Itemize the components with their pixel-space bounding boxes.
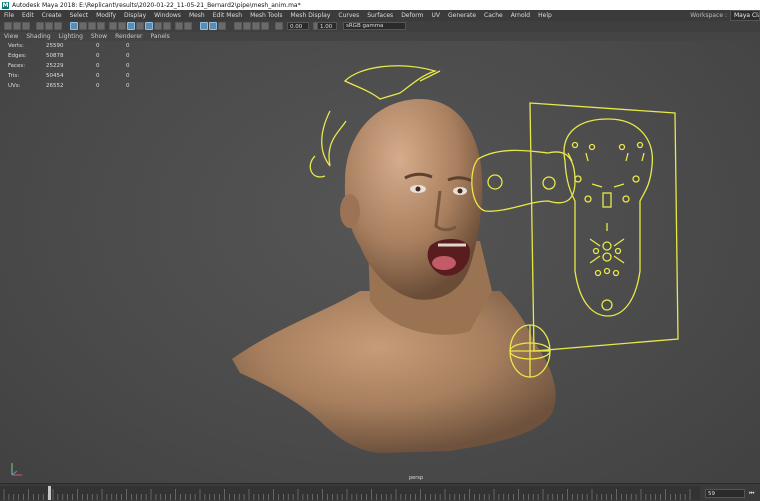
- scene-render: [232, 65, 679, 453]
- resolution-gate-icon[interactable]: [127, 22, 135, 30]
- menu-windows[interactable]: Windows: [150, 12, 185, 19]
- panel-menu-show[interactable]: Show: [87, 33, 111, 40]
- panel-menu-shading[interactable]: Shading: [22, 33, 54, 40]
- menu-arnold[interactable]: Arnold: [507, 12, 534, 19]
- shadows-icon[interactable]: [184, 22, 192, 30]
- paint-select-icon[interactable]: [22, 22, 30, 30]
- menu-edit[interactable]: Edit: [18, 12, 38, 19]
- gate-mask-icon[interactable]: [136, 22, 144, 30]
- menu-mesh-display[interactable]: Mesh Display: [287, 12, 335, 19]
- step-back-icon[interactable]: ⏮: [749, 489, 758, 498]
- workspace-label: Workspace :: [690, 12, 727, 19]
- panel-menu-view[interactable]: View: [0, 33, 22, 40]
- rotate-tool-icon[interactable]: [45, 22, 53, 30]
- menu-help[interactable]: Help: [534, 12, 556, 19]
- xray-joints-icon[interactable]: [209, 22, 217, 30]
- menu-generate[interactable]: Generate: [444, 12, 480, 19]
- ambient-occlusion-icon[interactable]: [234, 22, 242, 30]
- motion-blur-icon[interactable]: [243, 22, 251, 30]
- current-frame-field[interactable]: 59: [705, 489, 745, 498]
- xray-icon[interactable]: [200, 22, 208, 30]
- smooth-shade-icon[interactable]: [154, 22, 162, 30]
- image-plane-icon[interactable]: [97, 22, 105, 30]
- menu-cache[interactable]: Cache: [480, 12, 507, 19]
- menu-deform[interactable]: Deform: [397, 12, 427, 19]
- panel-menu-renderer[interactable]: Renderer: [111, 33, 146, 40]
- menu-modify[interactable]: Modify: [92, 12, 120, 19]
- gamma-field[interactable]: 1.00: [317, 22, 337, 30]
- menu-edit-mesh[interactable]: Edit Mesh: [209, 12, 246, 19]
- camera-select-icon[interactable]: [70, 22, 78, 30]
- menu-surfaces[interactable]: Surfaces: [363, 12, 397, 19]
- textured-icon[interactable]: [163, 22, 171, 30]
- menu-display[interactable]: Display: [120, 12, 150, 19]
- viewport-panel-menu: View Shading Lighting Show Renderer Pane…: [0, 32, 760, 41]
- view-axis-icon: [11, 463, 22, 476]
- panel-menu-panels[interactable]: Panels: [146, 33, 173, 40]
- workspace-dropdown[interactable]: Maya Classic: [730, 10, 760, 21]
- antialias-icon[interactable]: [252, 22, 260, 30]
- panel-menu-lighting[interactable]: Lighting: [55, 33, 87, 40]
- depth-of-field-icon[interactable]: [261, 22, 269, 30]
- grid-icon[interactable]: [109, 22, 117, 30]
- scale-tool-icon[interactable]: [54, 22, 62, 30]
- workspace-selector: Workspace : Maya Classic: [690, 10, 760, 21]
- time-slider: 59 ⏮: [0, 483, 760, 501]
- menu-file[interactable]: File: [0, 12, 18, 19]
- lasso-tool-icon[interactable]: [13, 22, 21, 30]
- move-tool-icon[interactable]: [36, 22, 44, 30]
- film-gate-icon[interactable]: [118, 22, 126, 30]
- ear: [340, 194, 360, 228]
- window-titlebar: M Autodesk Maya 2018: E:\Replicant\resul…: [0, 0, 760, 10]
- maya-logo-icon: M: [2, 1, 9, 9]
- menu-mesh[interactable]: Mesh: [185, 12, 209, 19]
- bookmark-icon[interactable]: [88, 22, 96, 30]
- select-tool-icon[interactable]: [4, 22, 12, 30]
- lights-icon[interactable]: [175, 22, 183, 30]
- current-frame-marker[interactable]: [48, 486, 51, 500]
- menu-select[interactable]: Select: [66, 12, 93, 19]
- camera-attr-icon[interactable]: [79, 22, 87, 30]
- timeline-ruler[interactable]: [0, 486, 700, 500]
- 3d-viewport[interactable]: Verts: 25590 0 0 Edges: 50878 0 0 Faces:…: [0, 41, 760, 483]
- menu-mesh-tools[interactable]: Mesh Tools: [246, 12, 286, 19]
- camera-name-label: persp: [409, 475, 424, 481]
- colorspace-dropdown[interactable]: sRGB gamma: [343, 22, 406, 30]
- exposure-field[interactable]: 0.00: [287, 22, 309, 30]
- main-menubar: File Edit Create Select Modify Display W…: [0, 10, 760, 21]
- menu-uv[interactable]: UV: [428, 12, 445, 19]
- menu-curves[interactable]: Curves: [334, 12, 363, 19]
- menu-create[interactable]: Create: [38, 12, 66, 19]
- window-title: Autodesk Maya 2018: E:\Replicant\results…: [12, 1, 301, 9]
- wireframe-icon[interactable]: [145, 22, 153, 30]
- isolate-select-icon[interactable]: [218, 22, 226, 30]
- exposure-icon: [275, 22, 283, 30]
